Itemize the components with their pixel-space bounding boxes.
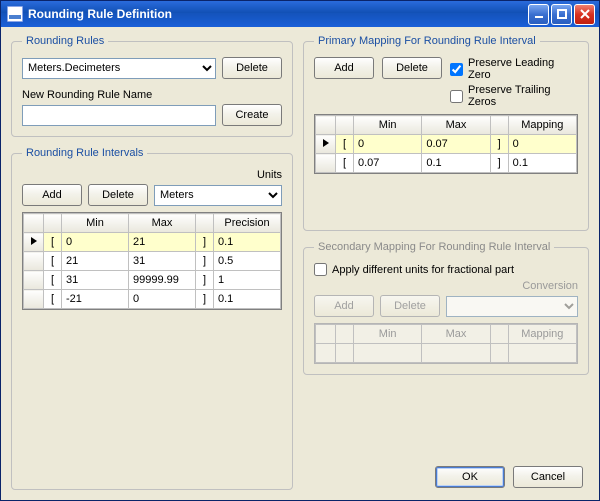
primary-delete-button[interactable]: Delete — [382, 57, 442, 79]
primary-add-button[interactable]: Add — [314, 57, 374, 79]
titlebar[interactable]: Rounding Rule Definition — [1, 1, 599, 27]
table-row — [316, 344, 577, 363]
col-max: Max — [422, 325, 490, 344]
rounding-rules-group: Rounding Rules Meters.Decimeters Delete … — [11, 35, 293, 137]
units-select[interactable]: Meters — [154, 185, 282, 206]
maximize-button[interactable] — [551, 4, 572, 25]
table-row[interactable]: [00.07]0 — [316, 135, 577, 154]
primary-legend: Primary Mapping For Rounding Rule Interv… — [314, 35, 540, 47]
preserve-trailing-checkbox[interactable]: Preserve Trailing Zeros — [450, 84, 578, 108]
col-mapping: Mapping — [508, 325, 576, 344]
table-row[interactable]: [0.070.1]0.1 — [316, 154, 577, 173]
conversion-select — [446, 296, 578, 317]
new-rule-label: New Rounding Rule Name — [22, 89, 282, 101]
units-label: Units — [22, 169, 282, 181]
col-min[interactable]: Min — [354, 116, 422, 135]
window: Rounding Rule Definition Rounding Rules … — [0, 0, 600, 501]
col-max[interactable]: Max — [422, 116, 490, 135]
rounding-rule-select[interactable]: Meters.Decimeters — [22, 58, 216, 79]
delete-interval-button[interactable]: Delete — [88, 184, 148, 206]
client-area: Rounding Rules Meters.Decimeters Delete … — [1, 27, 599, 500]
col-precision[interactable]: Precision — [214, 214, 281, 233]
app-icon — [7, 6, 23, 22]
table-row[interactable]: [-210]0.1 — [24, 290, 281, 309]
minimize-button[interactable] — [528, 4, 549, 25]
primary-grid[interactable]: Min Max Mapping [00.07]0[0.070.1]0.1 — [314, 114, 578, 174]
create-rule-button[interactable]: Create — [222, 104, 282, 126]
cancel-button[interactable]: Cancel — [513, 466, 583, 488]
intervals-legend: Rounding Rule Intervals — [22, 147, 147, 159]
secondary-grid: Min Max Mapping — [314, 323, 578, 364]
delete-rule-button[interactable]: Delete — [222, 57, 282, 79]
preserve-leading-checkbox[interactable]: Preserve Leading Zero — [450, 57, 578, 81]
secondary-legend: Secondary Mapping For Rounding Rule Inte… — [314, 241, 554, 253]
table-row[interactable]: [2131]0.5 — [24, 252, 281, 271]
ok-button[interactable]: OK — [435, 466, 505, 488]
intervals-grid[interactable]: Min Max Precision [021]0.1[2131]0.5[3199… — [22, 212, 282, 310]
apply-fractional-checkbox[interactable]: Apply different units for fractional par… — [314, 263, 578, 276]
add-interval-button[interactable]: Add — [22, 184, 82, 206]
secondary-mapping-group: Secondary Mapping For Rounding Rule Inte… — [303, 241, 589, 375]
table-row[interactable]: [021]0.1 — [24, 233, 281, 252]
col-min: Min — [354, 325, 422, 344]
table-row[interactable]: [3199999.99]1 — [24, 271, 281, 290]
col-mapping[interactable]: Mapping — [508, 116, 576, 135]
col-min[interactable]: Min — [62, 214, 129, 233]
intervals-group: Rounding Rule Intervals Units Add Delete… — [11, 147, 293, 490]
window-title: Rounding Rule Definition — [28, 7, 528, 21]
primary-mapping-group: Primary Mapping For Rounding Rule Interv… — [303, 35, 589, 231]
conversion-label: Conversion — [314, 280, 578, 292]
col-max[interactable]: Max — [129, 214, 196, 233]
new-rule-input[interactable] — [22, 105, 216, 126]
rounding-rules-legend: Rounding Rules — [22, 35, 108, 47]
close-button[interactable] — [574, 4, 595, 25]
secondary-delete-button: Delete — [380, 295, 440, 317]
secondary-add-button: Add — [314, 295, 374, 317]
